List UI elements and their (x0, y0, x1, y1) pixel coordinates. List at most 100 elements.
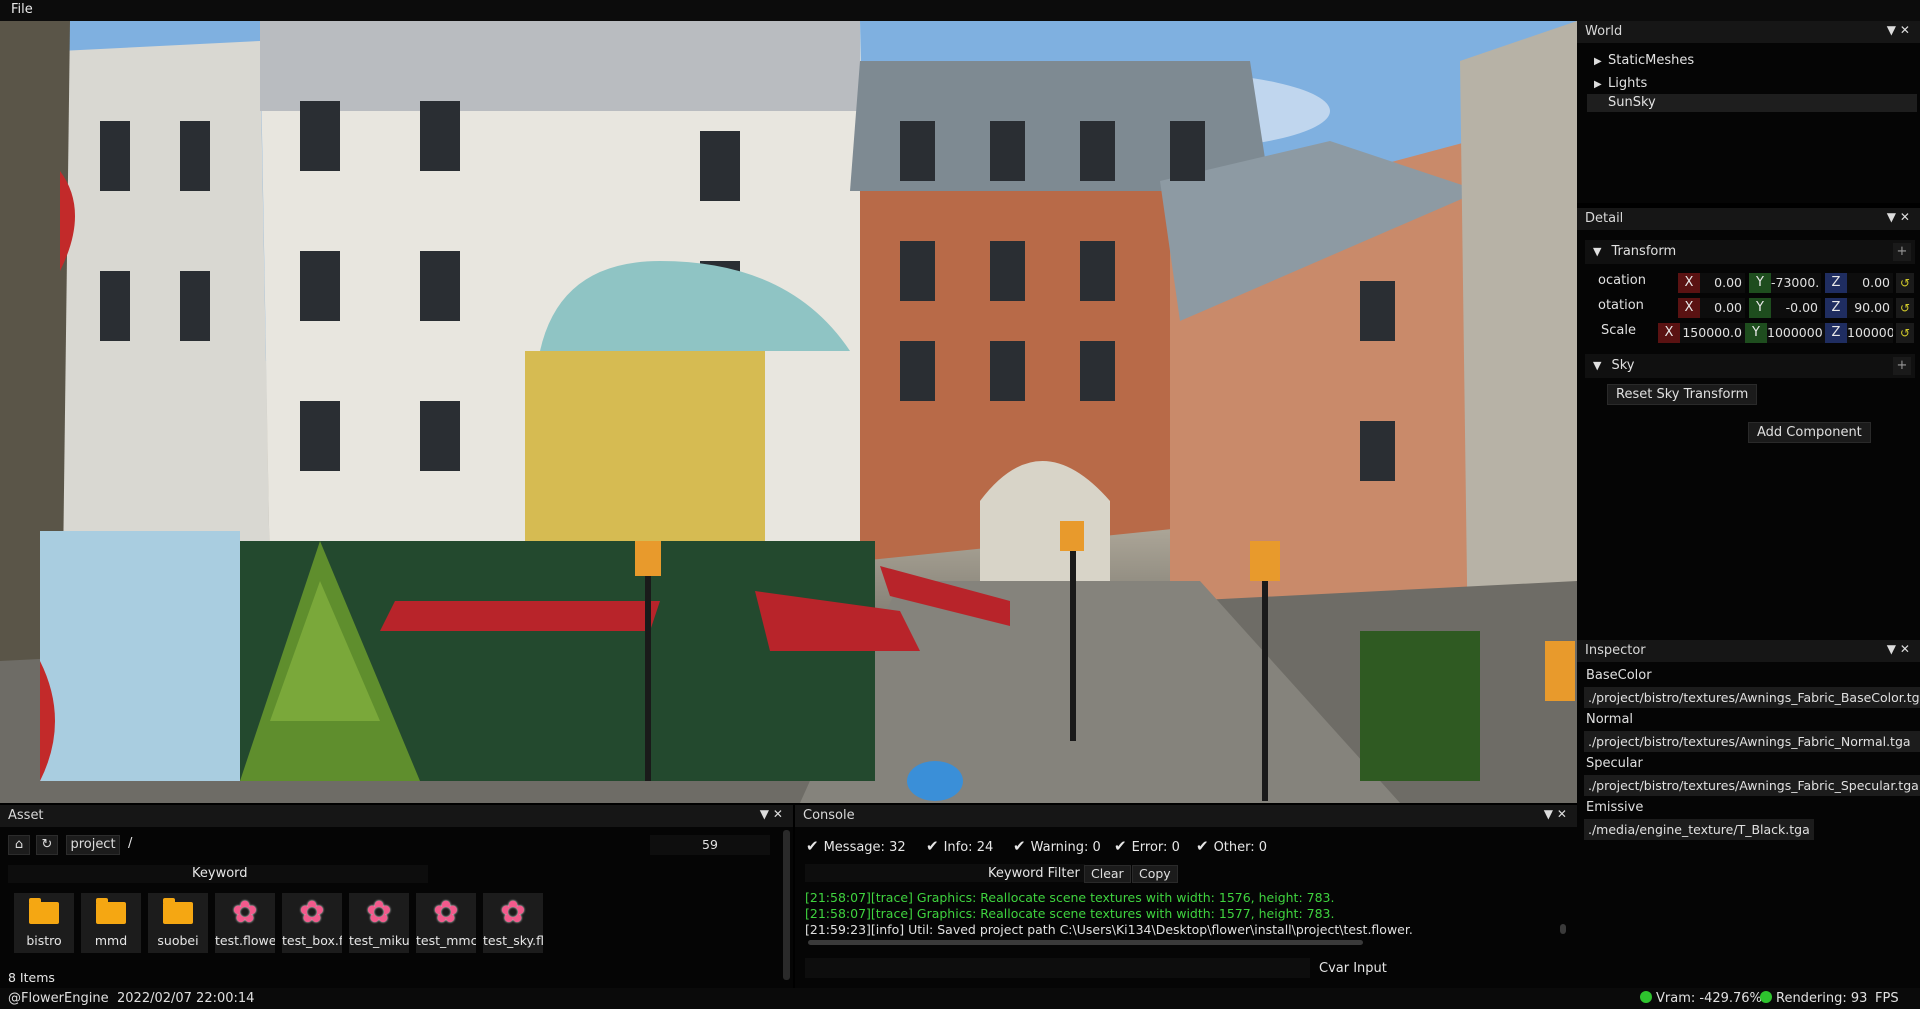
console-vertical-scrollbar[interactable] (1560, 924, 1566, 934)
breadcrumb-separator: / (128, 836, 133, 851)
rendering-status: Rendering: 93 (1760, 991, 1867, 1006)
reset-sky-transform-button[interactable]: Reset Sky Transform (1607, 384, 1758, 405)
expand-arrow-icon[interactable]: ▶ (1594, 79, 1608, 90)
asset-item-suobei[interactable]: suobei (148, 893, 208, 953)
axis-z-label: Z (1825, 273, 1847, 293)
scale-z-field[interactable]: 1000000. (1847, 323, 1893, 343)
rotation-z-field[interactable]: 90.00 (1847, 298, 1893, 318)
expand-arrow-icon[interactable]: ▶ (1594, 56, 1608, 67)
asset-panel-controls[interactable]: ▼✕ (760, 807, 787, 821)
scale-y-field[interactable]: 1000000 (1767, 323, 1825, 343)
location-x-field[interactable]: 0.00 (1700, 273, 1745, 293)
checkmark-icon: ✔ (926, 837, 939, 855)
tree-item-sunsky[interactable]: SunSky (1608, 95, 1656, 110)
emissive-path-field[interactable]: ./media/engine_texture/T_Black.tga (1584, 819, 1814, 840)
scene-viewport[interactable] (0, 21, 1577, 803)
asset-item-name: test_box.f (282, 933, 342, 948)
axis-x-label: X (1678, 298, 1700, 318)
log-line: [21:58:07][trace] Graphics: Reallocate s… (805, 890, 1335, 905)
asset-item-test-miku[interactable]: ✿ test_miku (349, 893, 409, 953)
clear-button[interactable]: Clear (1084, 865, 1131, 883)
copy-button[interactable]: Copy (1132, 865, 1178, 883)
asset-item-test-flower[interactable]: ✿ test.flowe (215, 893, 275, 953)
filter-error-checkbox[interactable]: ✔ Error: 0 (1114, 837, 1180, 855)
asset-item-bistro[interactable]: bistro (14, 893, 74, 953)
cvar-input-field[interactable] (805, 958, 1310, 978)
rendering-label: Rendering: 93 (1776, 991, 1868, 1006)
collapse-icon: ▼ (1593, 245, 1602, 258)
add-component-button[interactable]: Add Component (1748, 422, 1871, 443)
filter-label: Error: (1131, 840, 1168, 855)
inspector-panel: BaseColor ./project/bistro/textures/Awni… (1577, 662, 1920, 988)
tree-item-lights[interactable]: ▶ Lights (1594, 76, 1647, 91)
tree-item-staticmeshes[interactable]: ▶ StaticMeshes (1594, 53, 1694, 68)
datetime-label: 2022/02/07 22:00:14 (117, 991, 255, 1006)
detail-panel-controls[interactable]: ▼✕ (1887, 210, 1914, 224)
filter-info-checkbox[interactable]: ✔ Info: 24 (926, 837, 993, 855)
normal-label: Normal (1586, 712, 1634, 727)
detail-panel-title: Detail ▼✕ (1577, 208, 1920, 230)
axis-z-label: Z (1825, 298, 1847, 318)
keyword-label: Keyword (192, 866, 248, 881)
filter-label: Info: (943, 840, 973, 855)
sky-header-label: Sky (1611, 358, 1635, 373)
asset-item-test-mmd[interactable]: ✿ test_mmc (416, 893, 476, 953)
rotation-x-field[interactable]: 0.00 (1700, 298, 1745, 318)
rotation-y-field[interactable]: -0.00 (1771, 298, 1821, 318)
inspector-panel-controls[interactable]: ▼✕ (1887, 642, 1914, 656)
scene-render (0, 21, 1577, 803)
location-z-field[interactable]: 0.00 (1847, 273, 1893, 293)
add-icon[interactable]: + (1893, 357, 1911, 375)
asset-item-test-box[interactable]: ✿ test_box.f (282, 893, 342, 953)
filter-other-checkbox[interactable]: ✔ Other: 0 (1196, 837, 1267, 855)
flower-icon: ✿ (433, 895, 459, 930)
log-line: [21:59:23][info] Util: Saved project pat… (805, 922, 1413, 937)
axis-z-label: Z (1825, 323, 1847, 343)
checkmark-icon: ✔ (1114, 837, 1127, 855)
location-y-field[interactable]: -73000. (1771, 273, 1821, 293)
asset-item-test-sky[interactable]: ✿ test_sky.fl (483, 893, 543, 953)
filter-message-checkbox[interactable]: ✔ Message: 32 (806, 837, 906, 855)
filter-count: 0 (1092, 840, 1101, 855)
normal-path-field[interactable]: ./project/bistro/textures/Awnings_Fabric… (1584, 731, 1920, 752)
breadcrumb-project[interactable]: project (66, 835, 120, 855)
menu-file[interactable]: File (11, 2, 33, 17)
transform-section-header[interactable]: ▼ Transform + (1585, 240, 1915, 264)
refresh-icon[interactable]: ↻ (36, 835, 58, 855)
reset-scale-icon[interactable]: ↺ (1896, 323, 1914, 343)
thumbnail-size-slider[interactable]: 59 (650, 835, 770, 855)
folder-icon (96, 898, 126, 924)
asset-item-mmd[interactable]: mmd (81, 893, 141, 953)
console-panel-controls[interactable]: ▼✕ (1544, 807, 1571, 821)
tree-item-label: SunSky (1608, 95, 1656, 110)
scale-x-field[interactable]: 150000.0 (1680, 323, 1745, 343)
filter-count: 24 (976, 840, 994, 855)
home-icon[interactable]: ⌂ (8, 835, 30, 855)
cvar-input-label: Cvar Input (1319, 961, 1387, 976)
reset-location-icon[interactable]: ↺ (1896, 273, 1914, 293)
keyword-filter-label: Keyword Filter (988, 866, 1080, 881)
basecolor-path-field[interactable]: ./project/bistro/textures/Awnings_Fabric… (1584, 687, 1920, 708)
world-title: World (1585, 24, 1623, 39)
flower-icon: ✿ (232, 895, 258, 930)
status-dot-icon (1760, 991, 1772, 1003)
asset-panel: ⌂ ↻ project / 59 Keyword bistro mmd suob… (0, 827, 793, 988)
collapse-icon: ▼ (1593, 359, 1602, 372)
add-icon[interactable]: + (1893, 243, 1911, 261)
asset-scrollbar[interactable] (783, 830, 790, 980)
axis-y-label: Y (1749, 298, 1771, 318)
axis-x-label: X (1678, 273, 1700, 293)
filter-count: 0 (1171, 840, 1180, 855)
flower-icon: ✿ (500, 895, 526, 930)
sky-section-header[interactable]: ▼ Sky + (1585, 354, 1915, 378)
asset-item-name: suobei (157, 933, 199, 948)
rotation-label: otation (1598, 298, 1644, 313)
specular-path-field[interactable]: ./project/bistro/textures/Awnings_Fabric… (1584, 775, 1920, 796)
console-horizontal-scrollbar[interactable] (808, 940, 1363, 945)
status-bar: @FlowerEngine 2022/02/07 22:00:14 Vram: … (0, 988, 1920, 1009)
reset-rotation-icon[interactable]: ↺ (1896, 298, 1914, 318)
world-panel-controls[interactable]: ▼✕ (1887, 23, 1914, 37)
folder-icon (163, 898, 193, 924)
filter-warning-checkbox[interactable]: ✔ Warning: 0 (1013, 837, 1101, 855)
asset-count: 8 Items (8, 970, 55, 985)
